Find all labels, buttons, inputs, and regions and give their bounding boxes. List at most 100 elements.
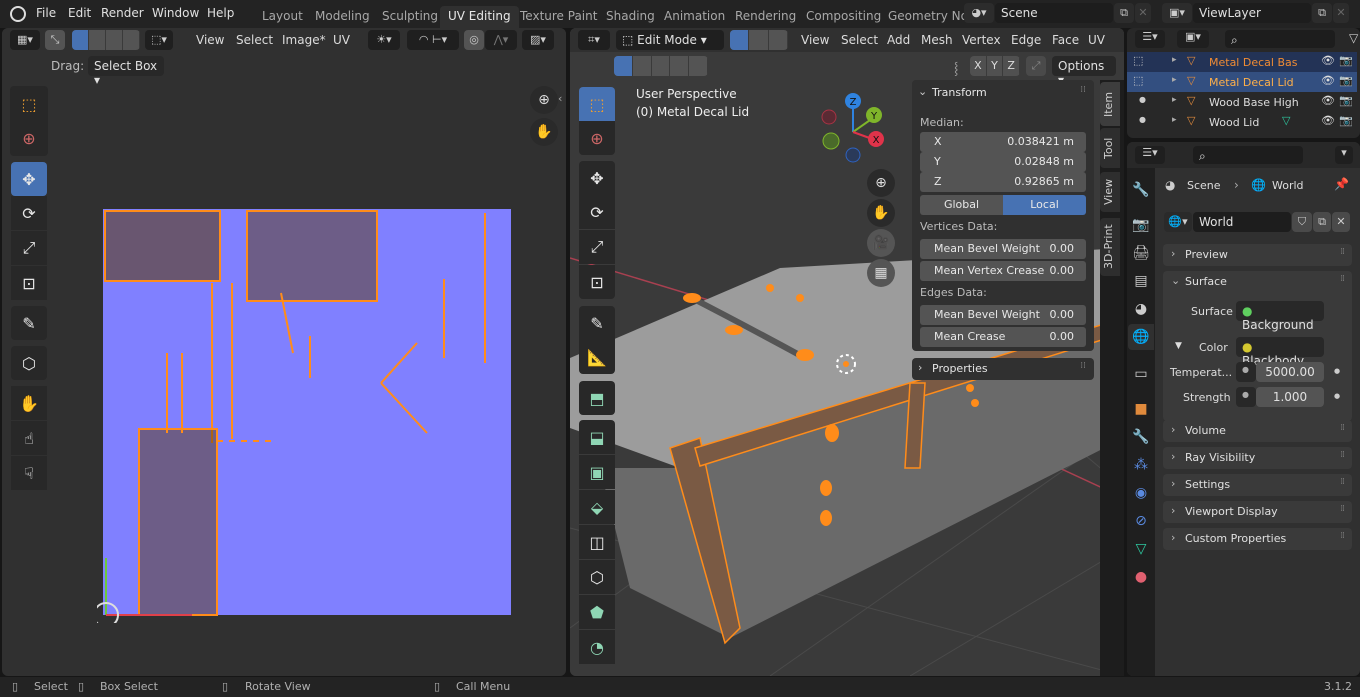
panel-preview[interactable]: › Preview ⁞⁞ [1163, 244, 1352, 266]
outliner-row[interactable]: ● ▸ ▽ Wood Base High 👁 📷 [1127, 92, 1357, 112]
surface-shader-field[interactable]: ● Background [1236, 301, 1324, 332]
vp-tool-move-icon[interactable]: ✥ [579, 161, 615, 195]
vp-tool-rotate-icon[interactable]: ⟳ [579, 195, 615, 229]
visibility-eye-icon[interactable]: 👁 [1321, 54, 1335, 67]
options-dropdown[interactable]: Options ▾ [1052, 56, 1116, 87]
uv-menu-uv[interactable]: UV [333, 33, 350, 47]
tool-rotate-icon[interactable]: ⟳ [11, 196, 47, 230]
drag-handle-icon[interactable]: ⁞⁞ [1340, 504, 1345, 514]
scene-name-field[interactable]: Scene [995, 3, 1113, 23]
menu-file[interactable]: File [36, 6, 56, 20]
vp-menu-add[interactable]: Add [887, 33, 910, 47]
tab-layout[interactable]: Layout [254, 6, 311, 28]
view-layer-field[interactable]: ViewLayer [1193, 3, 1311, 23]
fake-user-shield-icon[interactable]: ⛉ [1292, 212, 1312, 232]
panel-volume[interactable]: › Volume ⁞⁞ [1163, 420, 1352, 442]
zoom-view-icon[interactable]: ⊕ [530, 86, 558, 114]
tool-move-icon[interactable]: ✥ [11, 162, 47, 196]
selection-set-mode[interactable] [614, 56, 708, 76]
temperature-field[interactable]: 5000.00 [1256, 362, 1324, 382]
tab-uv-editing[interactable]: UV Editing [440, 6, 519, 28]
axis-y[interactable]: Y [987, 56, 1004, 76]
breadcrumb-scene[interactable]: Scene [1187, 179, 1221, 192]
menu-window[interactable]: Window [152, 6, 199, 20]
sidebar-tab-view[interactable]: View [1100, 172, 1120, 212]
tab-data-icon[interactable]: ▽ [1128, 536, 1154, 562]
color-expand-icon[interactable]: ▼ [1175, 341, 1182, 351]
vp-tool-knife-icon[interactable]: ⬡ [579, 560, 615, 594]
filter-icon[interactable]: ▽ [1349, 31, 1358, 45]
vp-menu-select[interactable]: Select [841, 33, 878, 47]
drag-select-dropdown[interactable]: Select Box ▾ [88, 56, 164, 87]
tab-material-icon[interactable]: ● [1128, 564, 1154, 590]
expand-icon[interactable]: ▸ [1172, 95, 1177, 105]
collapse-icon[interactable]: ⌄ [1171, 274, 1180, 287]
panel-custom-properties[interactable]: › Custom Properties ⁞⁞ [1163, 528, 1352, 550]
display-mode-icon[interactable]: ▣▾ [1177, 30, 1209, 48]
object-name[interactable]: Metal Decal Lid [1209, 76, 1294, 89]
delete-view-layer-icon[interactable]: ✕ [1333, 3, 1349, 23]
edge-crease-field[interactable]: Mean Crease 0.00 [920, 327, 1086, 347]
vertex-crease-field[interactable]: Mean Vertex Crease 0.00 [920, 261, 1086, 281]
tab-modeling[interactable]: Modeling [307, 6, 378, 28]
outliner-row[interactable]: ● ▸ ▽ Wood Lid ▽ 👁 📷 [1127, 112, 1357, 132]
render-camera-icon[interactable]: 📷 [1339, 54, 1353, 67]
outliner-row[interactable]: ⬚ ▸ ▽ Metal Decal Bas 👁 📷 [1127, 52, 1357, 72]
panel-ray-visibility[interactable]: › Ray Visibility ⁞⁞ [1163, 447, 1352, 469]
edge-bevel-weight-field[interactable]: Mean Bevel Weight 0.00 [920, 305, 1086, 325]
properties-options-icon[interactable]: ▾ [1335, 146, 1353, 164]
vp-tool-bevel-icon[interactable]: ⬙ [579, 490, 615, 524]
render-camera-icon[interactable]: 📷 [1339, 114, 1353, 127]
vp-menu-mesh[interactable]: Mesh [921, 33, 953, 47]
transform-title[interactable]: Transform [932, 86, 987, 99]
drag-handle-icon[interactable]: ⁞⁞ [1080, 85, 1086, 95]
tool-scale-icon[interactable]: ⤢ [11, 231, 47, 265]
world-browse-icon[interactable]: 🌐▾ [1164, 212, 1192, 232]
vp-tool-transform-icon[interactable]: ⊡ [579, 265, 615, 299]
panel-settings[interactable]: › Settings ⁞⁞ [1163, 474, 1352, 496]
duplicate-world-icon[interactable]: ⧉ [1313, 212, 1331, 232]
visibility-eye-icon[interactable]: 👁 [1321, 94, 1335, 107]
collapse-sidebar-icon[interactable]: ‹ [558, 92, 562, 105]
tab-world-icon[interactable]: 🌐 [1128, 324, 1154, 350]
tab-output-icon[interactable]: 🖨 [1128, 240, 1154, 266]
tool-transform-icon[interactable]: ⊡ [11, 266, 47, 300]
breadcrumb-world[interactable]: World [1272, 179, 1304, 192]
tab-constraints-icon[interactable]: ⊘ [1128, 508, 1154, 534]
vp-tool-add-cube-icon[interactable]: ⬒ [579, 381, 615, 415]
tab-physics-icon[interactable]: ◉ [1128, 480, 1154, 506]
axis-z[interactable]: Z [1003, 56, 1020, 76]
outliner-editor-type-icon[interactable]: ☰▾ [1135, 30, 1165, 48]
edit-mode-icon[interactable]: ⬚ [1133, 54, 1143, 67]
properties-editor-type-icon[interactable]: ☰▾ [1135, 146, 1165, 164]
panel-title[interactable]: Surface [1185, 275, 1227, 288]
view-layer-icon[interactable]: ▣▾ [1162, 3, 1192, 23]
vp-tool-scale-icon[interactable]: ⤢ [579, 230, 615, 264]
uv-menu-view[interactable]: View [196, 33, 224, 47]
tab-animation[interactable]: Animation [656, 6, 733, 28]
edit-mode-icon[interactable]: ⬚ [1133, 74, 1143, 87]
unlink-world-icon[interactable]: ✕ [1332, 212, 1350, 232]
menu-edit[interactable]: Edit [68, 6, 91, 20]
strength-keyframe-icon[interactable]: ● [1334, 392, 1340, 400]
mode-dropdown[interactable]: ⬚ Edit Mode ▾ [616, 30, 724, 50]
tab-modifiers-icon[interactable]: 🔧 [1128, 424, 1154, 450]
tool-rip-icon[interactable]: ⬡ [11, 346, 47, 380]
properties-drag-handle-icon[interactable]: ⁞⁞ [1080, 361, 1086, 371]
object-name[interactable]: Wood Lid [1209, 116, 1259, 129]
vp-menu-face[interactable]: Face [1052, 33, 1079, 47]
properties-panel-header[interactable]: › Properties ⁞⁞ [912, 358, 1094, 380]
pin-icon[interactable]: 📌 [1334, 177, 1349, 191]
sidebar-tab-item[interactable]: Item [1100, 82, 1120, 126]
vp-menu-view[interactable]: View [801, 33, 829, 47]
blender-logo-icon[interactable] [10, 6, 26, 22]
expand-icon[interactable]: ▸ [1172, 55, 1177, 65]
drag-handle-icon[interactable]: ⁞⁞ [1340, 423, 1345, 433]
outliner-row[interactable]: ⬚ ▸ ▽ Metal Decal Lid 👁 📷 [1127, 72, 1357, 92]
snapping-icon[interactable]: ◠ ⊢▾ [407, 30, 459, 50]
uv-menu-select[interactable]: Select [236, 33, 273, 47]
properties-search-field[interactable]: ⌕ [1193, 146, 1303, 164]
vp-tool-poly-build-icon[interactable]: ⬟ [579, 595, 615, 629]
vp-tool-select-box-icon[interactable]: ⬚ [579, 87, 615, 121]
viewport-editor-type-icon[interactable]: ⌗▾ [578, 30, 610, 50]
